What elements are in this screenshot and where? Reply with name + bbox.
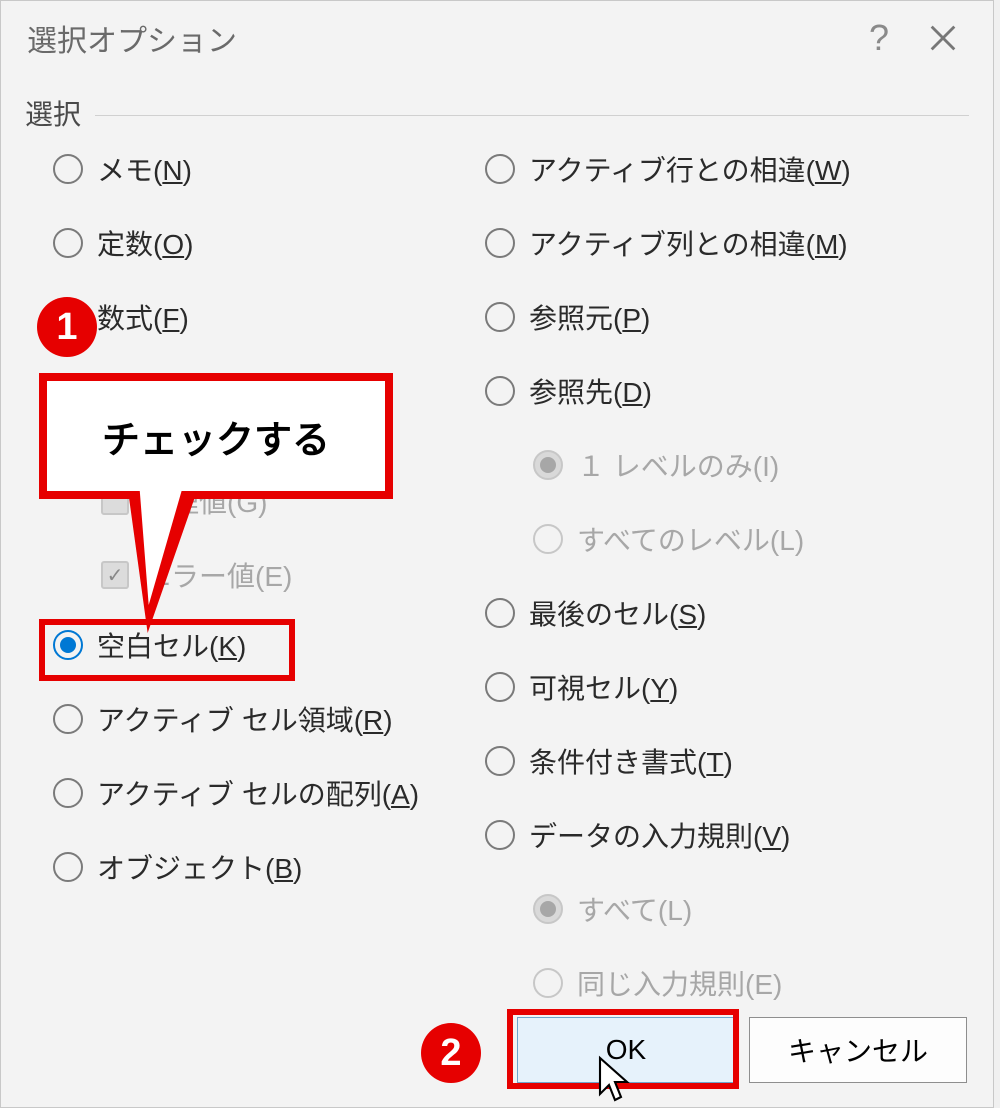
- radio-label: アクティブ行との相違(W): [529, 149, 851, 189]
- annotation-callout: チェックする: [39, 373, 393, 499]
- radio-last-cell[interactable]: 最後のセル(S): [485, 593, 969, 633]
- radio-icon: [485, 820, 515, 850]
- radio-icon: [485, 376, 515, 406]
- radio-label: 可視セル(Y): [529, 667, 678, 707]
- radio-icon: [533, 894, 563, 924]
- radio-current-region[interactable]: アクティブ セル領域(R): [53, 699, 485, 739]
- annotation-callout-text: チェックする: [102, 409, 330, 464]
- radio-dv-all: すべて(L): [533, 889, 969, 929]
- radio-icon: [533, 450, 563, 480]
- radio-label: 最後のセル(S): [529, 593, 706, 633]
- radio-label: 参照元(P): [529, 297, 650, 337]
- radio-row-diff[interactable]: アクティブ行との相違(W): [485, 149, 969, 189]
- radio-visible-cells[interactable]: 可視セル(Y): [485, 667, 969, 707]
- radio-constants[interactable]: 定数(O): [53, 223, 485, 263]
- radio-notes[interactable]: メモ(N): [53, 149, 485, 189]
- radio-direct-only: １ レベルのみ(I): [533, 445, 969, 485]
- group-label: 選択: [25, 93, 89, 133]
- close-button[interactable]: [911, 6, 975, 70]
- radio-icon: [485, 154, 515, 184]
- radio-dv-same: 同じ入力規則(E): [533, 963, 969, 1003]
- options-right-column: アクティブ行との相違(W) アクティブ列との相違(M) 参照元(P) 参照先(D…: [485, 149, 969, 1003]
- radio-objects[interactable]: オブジェクト(B): [53, 847, 485, 887]
- radio-data-validation[interactable]: データの入力規則(V): [485, 815, 969, 855]
- radio-col-diff[interactable]: アクティブ列との相違(M): [485, 223, 969, 263]
- radio-label: すべて(L): [577, 889, 692, 929]
- radio-icon: [485, 228, 515, 258]
- radio-all-levels: すべてのレベル(L): [533, 519, 969, 559]
- radio-label: すべてのレベル(L): [577, 519, 804, 559]
- radio-icon: [485, 746, 515, 776]
- radio-icon: [53, 778, 83, 808]
- radio-label: オブジェクト(B): [97, 847, 302, 887]
- radio-icon: [533, 968, 563, 998]
- radio-icon: [485, 598, 515, 628]
- radio-label: 参照先(D): [529, 371, 652, 411]
- radio-icon: [533, 524, 563, 554]
- radio-dependents[interactable]: 参照先(D): [485, 371, 969, 411]
- radio-precedents[interactable]: 参照元(P): [485, 297, 969, 337]
- radio-icon: [485, 302, 515, 332]
- options-left-column: メモ(N) 定数(O) 数式(F) 論理値(G) ✓: [25, 149, 485, 1003]
- radio-icon: [53, 154, 83, 184]
- radio-icon: [53, 704, 83, 734]
- radio-label: データの入力規則(V): [529, 815, 790, 855]
- radio-formulas[interactable]: 数式(F): [53, 297, 485, 337]
- help-button[interactable]: ?: [847, 6, 911, 70]
- go-to-special-dialog: 選択オプション ? 選択 メモ(N) 定数(O) 数式(F): [0, 0, 994, 1108]
- radio-label: １ レベルのみ(I): [577, 445, 779, 485]
- group-divider: [95, 115, 969, 116]
- radio-icon: [485, 672, 515, 702]
- radio-label: アクティブ セル領域(R): [97, 699, 393, 739]
- radio-label: 定数(O): [97, 223, 193, 263]
- annotation-badge-1: 1: [37, 297, 97, 357]
- radio-icon: [53, 630, 83, 660]
- radio-label: 数式(F): [97, 297, 189, 337]
- radio-icon: [53, 228, 83, 258]
- radio-label: 条件付き書式(T): [529, 741, 733, 781]
- close-icon: [926, 21, 960, 55]
- radio-current-array[interactable]: アクティブ セルの配列(A): [53, 773, 485, 813]
- titlebar: 選択オプション ?: [1, 1, 993, 75]
- cancel-button[interactable]: キャンセル: [749, 1017, 967, 1083]
- annotation-badge-2: 2: [421, 1023, 481, 1083]
- radio-label: アクティブ セルの配列(A): [97, 773, 419, 813]
- dialog-button-row: OK キャンセル: [517, 1017, 967, 1083]
- radio-label: アクティブ列との相違(M): [529, 223, 848, 263]
- cursor-icon: [597, 1055, 633, 1103]
- radio-label: メモ(N): [97, 149, 192, 189]
- radio-label: 同じ入力規則(E): [577, 963, 782, 1003]
- radio-conditional-format[interactable]: 条件付き書式(T): [485, 741, 969, 781]
- dialog-title: 選択オプション: [27, 16, 847, 60]
- radio-icon: [53, 852, 83, 882]
